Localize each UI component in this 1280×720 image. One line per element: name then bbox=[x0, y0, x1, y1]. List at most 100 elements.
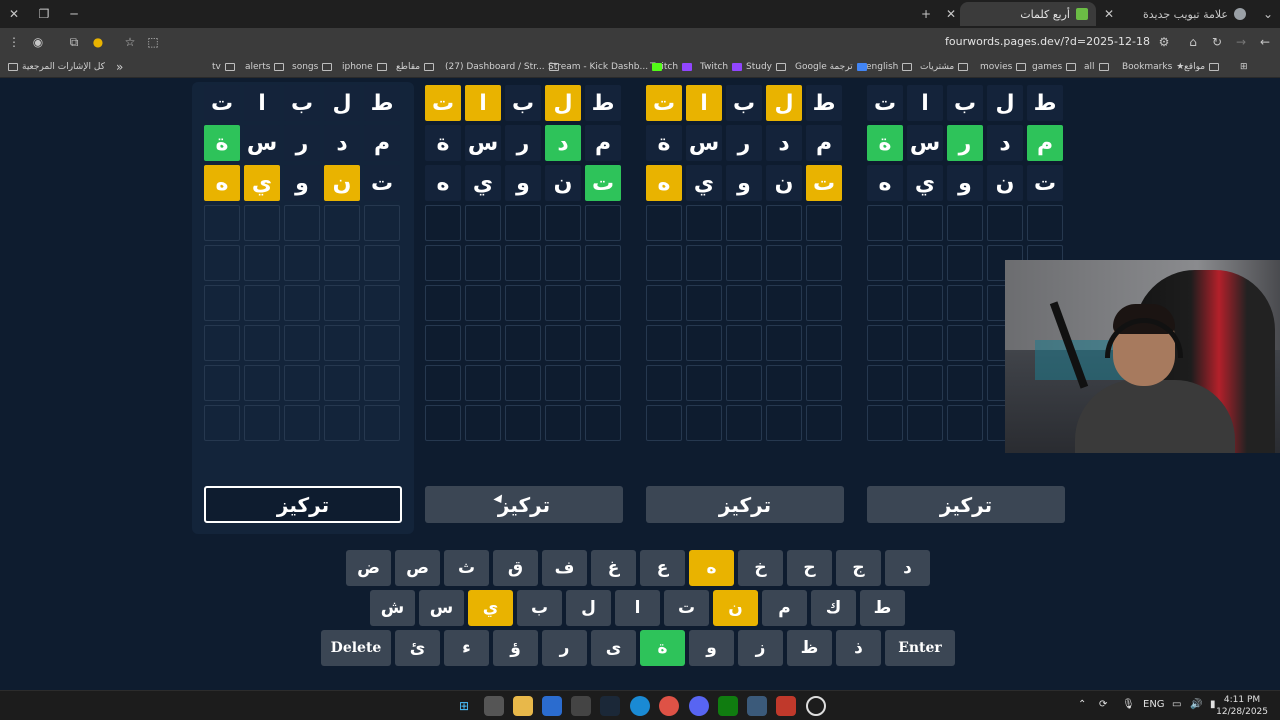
key[interactable]: خ bbox=[738, 550, 783, 586]
key[interactable]: ن bbox=[713, 590, 758, 626]
close-window-icon[interactable]: ✕ bbox=[4, 4, 24, 24]
task-view-icon[interactable] bbox=[484, 696, 504, 716]
tab-search-chevron-icon[interactable]: ⌄ bbox=[1258, 4, 1278, 24]
extension-icon[interactable]: ● bbox=[88, 32, 108, 52]
key[interactable]: ي bbox=[468, 590, 513, 626]
key[interactable]: ت bbox=[664, 590, 709, 626]
key[interactable]: ا bbox=[615, 590, 660, 626]
bookmark-item[interactable]: Google ترجمة bbox=[795, 60, 867, 74]
key[interactable]: ق bbox=[493, 550, 538, 586]
capture-app-icon[interactable] bbox=[776, 696, 796, 716]
apps-grid-icon[interactable]: ⊞ bbox=[1240, 60, 1248, 74]
key[interactable]: و bbox=[689, 630, 734, 666]
key[interactable]: ش bbox=[370, 590, 415, 626]
bookmark-item[interactable]: Stream - Kick Dashb... bbox=[548, 60, 663, 74]
bookmark-item[interactable]: songs bbox=[292, 60, 333, 74]
key[interactable]: ء bbox=[444, 630, 489, 666]
key[interactable]: ئ bbox=[395, 630, 440, 666]
key[interactable]: ه bbox=[689, 550, 734, 586]
home-icon[interactable]: ⌂ bbox=[1183, 32, 1203, 52]
reload-icon[interactable]: ↻ bbox=[1207, 32, 1227, 52]
key[interactable]: ج bbox=[836, 550, 881, 586]
key[interactable]: ل bbox=[566, 590, 611, 626]
xbox-icon[interactable] bbox=[718, 696, 738, 716]
key[interactable]: ذ bbox=[836, 630, 881, 666]
tab-new-tab[interactable]: علامة تبويب جديدة bbox=[1118, 2, 1254, 26]
bookmark-item[interactable]: tv bbox=[212, 60, 235, 74]
close-tab-icon[interactable]: ✕ bbox=[941, 4, 961, 24]
key[interactable]: ط bbox=[860, 590, 905, 626]
site-settings-icon[interactable]: ⚙ bbox=[1154, 32, 1174, 52]
key[interactable]: ظ bbox=[787, 630, 832, 666]
store-icon[interactable] bbox=[542, 696, 562, 716]
extensions-icon[interactable]: ⧉ bbox=[64, 32, 84, 52]
key[interactable]: ص bbox=[395, 550, 440, 586]
key[interactable]: ز bbox=[738, 630, 783, 666]
bookmark-item[interactable]: (27) Dashboard / Str... bbox=[445, 60, 559, 74]
profile-icon[interactable]: ◉ bbox=[28, 32, 48, 52]
network-icon[interactable]: ▭ bbox=[1172, 699, 1181, 710]
bookmark-item[interactable]: مواقع bbox=[1184, 60, 1220, 74]
volume-icon[interactable]: 🔊 bbox=[1190, 699, 1202, 710]
key[interactable]: ح bbox=[787, 550, 832, 586]
key[interactable]: غ bbox=[591, 550, 636, 586]
close-tab-icon[interactable]: ✕ bbox=[1099, 4, 1119, 24]
bookmark-item[interactable]: english bbox=[866, 60, 913, 74]
delete-key[interactable]: Delete bbox=[321, 630, 391, 666]
key[interactable]: ر bbox=[542, 630, 587, 666]
system-clock[interactable]: 4:11 PM 12/28/2025 bbox=[1216, 694, 1268, 718]
language-indicator[interactable]: ENG bbox=[1143, 699, 1165, 710]
key[interactable]: ث bbox=[444, 550, 489, 586]
bookmark-item[interactable]: alerts bbox=[245, 60, 285, 74]
bookmark-item[interactable]: games bbox=[1032, 60, 1077, 74]
steam-icon[interactable] bbox=[600, 696, 620, 716]
menu-dots-icon[interactable]: ⋮ bbox=[4, 32, 24, 52]
key[interactable]: ى bbox=[591, 630, 636, 666]
key[interactable]: ك bbox=[811, 590, 856, 626]
key[interactable]: ؤ bbox=[493, 630, 538, 666]
key[interactable]: ف bbox=[542, 550, 587, 586]
enter-key[interactable]: Enter bbox=[885, 630, 955, 666]
mic-icon[interactable]: 🎙 bbox=[1122, 699, 1135, 710]
chrome-icon[interactable] bbox=[659, 696, 679, 716]
restore-window-icon[interactable]: ❐ bbox=[34, 4, 54, 24]
key[interactable]: ع bbox=[640, 550, 685, 586]
bookmark-item[interactable]: iphone bbox=[342, 60, 387, 74]
all-bookmarks[interactable]: كل الإشارات المرجعية bbox=[8, 60, 105, 74]
key[interactable]: د bbox=[885, 550, 930, 586]
tray-chevron-icon[interactable]: ⌃ bbox=[1078, 699, 1086, 710]
app-icon[interactable] bbox=[747, 696, 767, 716]
key[interactable]: ة bbox=[640, 630, 685, 666]
key[interactable]: ض bbox=[346, 550, 391, 586]
forward-icon[interactable]: → bbox=[1231, 32, 1251, 52]
sync-icon[interactable]: ⟳ bbox=[1099, 699, 1107, 710]
key[interactable]: ب bbox=[517, 590, 562, 626]
focus-button-2[interactable]: تركيز bbox=[425, 486, 623, 523]
tab-fourwords[interactable]: أربع كلمات bbox=[960, 2, 1096, 26]
obs-icon[interactable] bbox=[806, 696, 826, 716]
battery-icon[interactable]: ▮ bbox=[1210, 699, 1216, 710]
bookmark-star-icon[interactable]: ☆ bbox=[120, 32, 140, 52]
discord-icon[interactable] bbox=[689, 696, 709, 716]
new-tab-icon[interactable]: + bbox=[916, 4, 936, 24]
focus-button-4[interactable]: تركيز bbox=[867, 486, 1065, 523]
start-windows-icon[interactable]: ⊞ bbox=[454, 696, 474, 716]
terminal-icon[interactable] bbox=[571, 696, 591, 716]
bookmark-item[interactable]: مشتريات bbox=[920, 60, 969, 74]
bookmark-item[interactable]: Bookmarks ★ bbox=[1122, 60, 1184, 74]
bookmark-item[interactable]: all bbox=[1084, 60, 1109, 74]
key[interactable]: س bbox=[419, 590, 464, 626]
more-bookmarks-icon[interactable]: » bbox=[116, 60, 123, 74]
bookmark-item[interactable]: Twitch bbox=[700, 60, 743, 74]
back-icon[interactable]: ← bbox=[1255, 32, 1275, 52]
focus-button-1[interactable]: تركيز bbox=[204, 486, 402, 523]
url-field[interactable]: fourwords.pages.dev/?d=2025-12-18 bbox=[945, 35, 1150, 48]
focus-button-3[interactable]: تركيز bbox=[646, 486, 844, 523]
bookmark-item[interactable]: Study bbox=[746, 60, 786, 74]
bookmark-item[interactable]: movies bbox=[980, 60, 1027, 74]
minimize-window-icon[interactable]: ─ bbox=[64, 4, 84, 24]
file-explorer-icon[interactable] bbox=[513, 696, 533, 716]
key[interactable]: م bbox=[762, 590, 807, 626]
screenshot-icon[interactable]: ⬚ bbox=[143, 32, 163, 52]
edge-icon[interactable] bbox=[630, 696, 650, 716]
